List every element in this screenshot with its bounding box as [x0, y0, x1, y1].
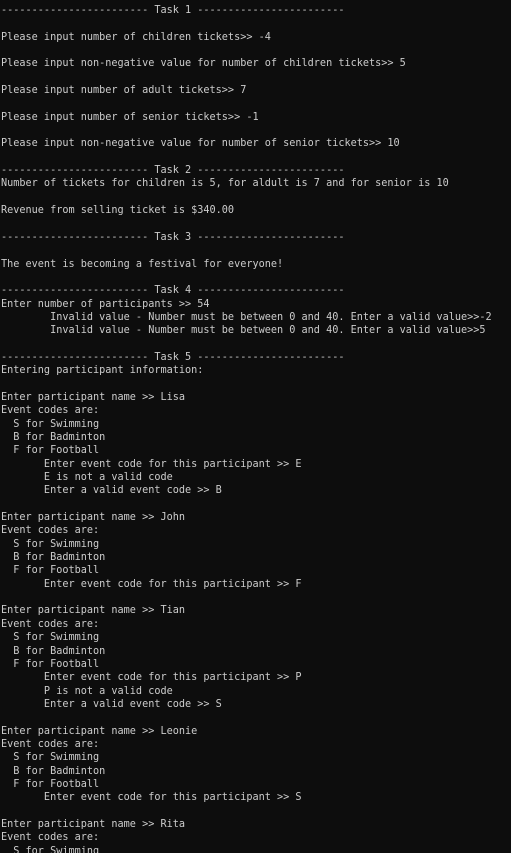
- terminal-line: B for Badminton: [1, 765, 106, 777]
- terminal-line: Event codes are:: [1, 618, 100, 630]
- terminal-line: Enter participant name >> Lisa: [1, 391, 186, 403]
- terminal-line: Enter a valid event code >> S: [1, 698, 222, 710]
- terminal-line: ------------------------ Task 4 --------…: [1, 285, 345, 297]
- terminal-line: Please input number of adult tickets>> 7: [1, 85, 247, 97]
- terminal-line: S for Swimming: [1, 752, 100, 764]
- terminal-line: F for Football: [1, 778, 100, 790]
- terminal-line: F for Football: [1, 565, 100, 577]
- terminal-line: Please input number of children tickets>…: [1, 31, 271, 43]
- terminal-line: F for Football: [1, 658, 100, 670]
- terminal-line: Invalid value - Number must be between 0…: [1, 311, 492, 323]
- terminal-line: Enter participant name >> John: [1, 512, 186, 524]
- terminal-line: S for Swimming: [1, 418, 100, 430]
- terminal-line: Number of tickets for children is 5, for…: [1, 178, 449, 190]
- terminal-line: S for Swimming: [1, 845, 100, 853]
- terminal-line: Enter event code for this participant >>…: [1, 792, 302, 804]
- terminal-line: ------------------------ Task 2 --------…: [1, 165, 345, 177]
- terminal-line: Enter number of participants >> 54: [1, 298, 210, 310]
- terminal-line: Enter participant name >> Leonie: [1, 725, 198, 737]
- terminal-line: Event codes are:: [1, 832, 100, 844]
- terminal-line: Please input number of senior tickets>> …: [1, 111, 259, 123]
- terminal-line: Event codes are:: [1, 738, 100, 750]
- terminal-output[interactable]: ------------------------ Task 1 --------…: [0, 0, 511, 853]
- terminal-line: E is not a valid code: [1, 472, 173, 484]
- terminal-line: S for Swimming: [1, 538, 100, 550]
- terminal-line: Revenue from selling ticket is $340.00: [1, 205, 235, 217]
- terminal-line: B for Badminton: [1, 432, 106, 443]
- terminal-line: Event codes are:: [1, 405, 100, 417]
- terminal-line: Enter event code for this participant >>…: [1, 578, 302, 590]
- terminal-line: Enter event code for this participant >>…: [1, 458, 302, 470]
- terminal-line: B for Badminton: [1, 552, 106, 564]
- terminal-line: Event codes are:: [1, 525, 100, 537]
- terminal-line: Enter participant name >> Rita: [1, 818, 186, 830]
- terminal-line: Enter a valid event code >> B: [1, 485, 222, 497]
- terminal-line: The event is becoming a festival for eve…: [1, 258, 284, 270]
- terminal-line: S for Swimming: [1, 632, 100, 644]
- terminal-line: Enter event code for this participant >>…: [1, 672, 302, 684]
- terminal-line: Entering participant information:: [1, 365, 204, 377]
- terminal-line: Please input non-negative value for numb…: [1, 138, 400, 150]
- terminal-line: B for Badminton: [1, 645, 106, 657]
- terminal-line: Enter participant name >> Tian: [1, 605, 186, 617]
- terminal-line: ------------------------ Task 5 --------…: [1, 351, 345, 363]
- terminal-line: ------------------------ Task 3 --------…: [1, 231, 345, 243]
- terminal-line: F for Football: [1, 445, 100, 457]
- terminal-line: Invalid value - Number must be between 0…: [1, 325, 486, 337]
- terminal-line: ------------------------ Task 1 --------…: [1, 5, 345, 16]
- terminal-line: Please input non-negative value for numb…: [1, 58, 406, 70]
- terminal-line: P is not a valid code: [1, 685, 173, 697]
